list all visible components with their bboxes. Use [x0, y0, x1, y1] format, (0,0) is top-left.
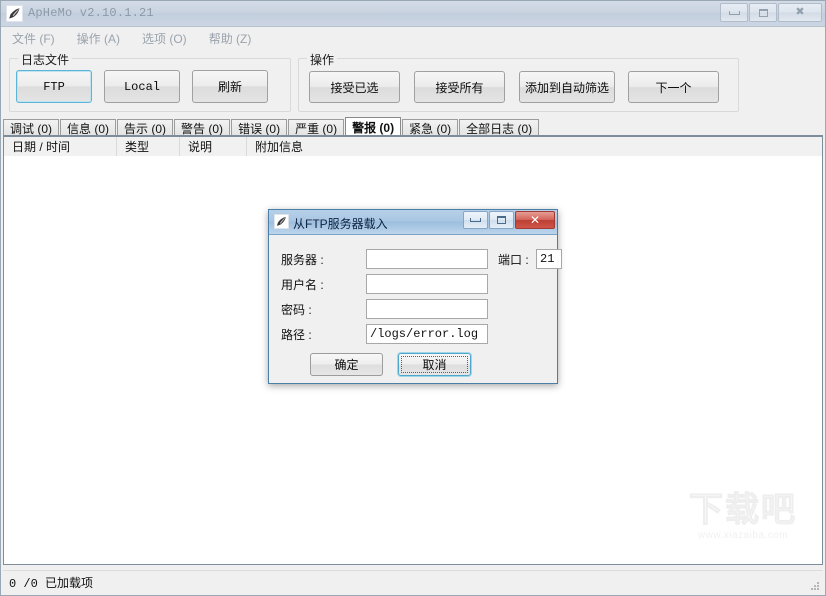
- path-label: 路径 :: [281, 328, 312, 342]
- status-bar: 0 /0 已加载项: [3, 570, 823, 593]
- toolbar: 日志文件 FTP Local 刷新 操作 接受已选 接受所有 添加到自动筛选 下…: [1, 50, 825, 114]
- dialog-window-controls: ✕: [462, 211, 555, 229]
- next-button[interactable]: 下一个: [628, 71, 719, 103]
- title-bar: ApHeMo v2.10.1.21 ✖: [1, 1, 825, 27]
- path-row: 路径 :: [281, 324, 491, 344]
- add-to-autofilter-label: 添加到自动筛选: [524, 80, 609, 95]
- main-window: ApHeMo v2.10.1.21 ✖ 文件 (F) 操作 (A) 选项 (O)…: [0, 0, 826, 596]
- server-row: 服务器 : 端口 :: [281, 249, 562, 269]
- log-level-tabs: 调试 (0) 信息 (0) 告示 (0) 警告 (0) 错误 (0) 严重 (0…: [3, 117, 823, 136]
- tab-emergency[interactable]: 紧急 (0): [402, 119, 459, 136]
- dialog-close-icon: ✕: [529, 213, 541, 227]
- tab-info-label: 信息 (0): [67, 121, 110, 136]
- dialog-maximize-icon: [490, 212, 513, 228]
- menu-action[interactable]: 操作 (A): [74, 29, 123, 50]
- dialog-minimize-icon: [464, 212, 487, 228]
- column-datetime[interactable]: 日期 / 时间: [4, 137, 117, 156]
- accept-selected-label: 接受已选: [330, 80, 379, 95]
- username-row: 用户名 :: [281, 274, 491, 294]
- tab-info[interactable]: 信息 (0): [60, 119, 117, 136]
- accept-all-button[interactable]: 接受所有: [414, 71, 505, 103]
- tab-warning[interactable]: 警告 (0): [174, 119, 231, 136]
- tab-debug[interactable]: 调试 (0): [3, 119, 60, 136]
- ftp-button[interactable]: FTP: [16, 70, 92, 103]
- tab-notice-label: 告示 (0): [124, 121, 167, 136]
- username-label: 用户名 :: [281, 278, 324, 292]
- tab-critical[interactable]: 严重 (0): [288, 119, 345, 136]
- username-field[interactable]: [366, 274, 488, 294]
- menu-bar: 文件 (F) 操作 (A) 选项 (O) 帮助 (Z): [1, 27, 825, 50]
- refresh-button-label: 刷新: [217, 80, 242, 94]
- dialog-maximize-button[interactable]: [489, 211, 514, 229]
- server-label: 服务器 :: [281, 253, 324, 267]
- menu-help[interactable]: 帮助 (Z): [206, 29, 255, 50]
- minimize-button[interactable]: [720, 3, 748, 22]
- maximize-button[interactable]: [749, 3, 777, 22]
- window-controls: ✖: [719, 3, 822, 22]
- tab-all-logs[interactable]: 全部日志 (0): [459, 119, 540, 136]
- log-list-header: 日期 / 时间 类型 说明 附加信息: [4, 137, 822, 157]
- dialog-close-button[interactable]: ✕: [515, 211, 555, 229]
- ftp-button-label: FTP: [43, 79, 65, 94]
- accept-selected-button[interactable]: 接受已选: [309, 71, 400, 103]
- app-quill-icon: [6, 5, 23, 22]
- tab-error[interactable]: 错误 (0): [231, 119, 288, 136]
- focus-ring: [401, 356, 468, 373]
- minimize-icon: [721, 4, 747, 21]
- maximize-icon: [750, 4, 776, 21]
- dialog-title-bar: 从FTP服务器载入 ✕: [269, 210, 557, 235]
- password-row: 密码 :: [281, 299, 491, 319]
- password-label: 密码 :: [281, 303, 312, 317]
- accept-all-label: 接受所有: [435, 80, 484, 95]
- resize-grip-icon[interactable]: [807, 578, 821, 592]
- tab-notice[interactable]: 告示 (0): [117, 119, 174, 136]
- status-text: 0 /0 已加载项: [9, 576, 94, 591]
- window-title: ApHeMo v2.10.1.21: [28, 6, 154, 20]
- dialog-body: 服务器 : 端口 : 用户名 : 密码 : 路径 :: [269, 235, 562, 385]
- ok-button[interactable]: 确定: [310, 353, 383, 376]
- dialog-quill-icon: [274, 214, 289, 229]
- tab-critical-label: 严重 (0): [295, 121, 338, 136]
- ftp-load-dialog: 从FTP服务器载入 ✕ 服务器 : 端口 : 21 用户名: 密码: 路径 …: [268, 209, 562, 385]
- column-description[interactable]: 说明: [180, 137, 247, 156]
- close-icon: ✖: [795, 6, 805, 18]
- local-button[interactable]: Local: [104, 70, 180, 103]
- port-label: 端口 :: [498, 253, 529, 267]
- cancel-button[interactable]: 取消: [398, 353, 471, 376]
- close-button[interactable]: ✖: [778, 3, 822, 22]
- column-type[interactable]: 类型: [117, 137, 180, 156]
- menu-file[interactable]: 文件 (F): [9, 29, 58, 50]
- add-to-autofilter-button[interactable]: 添加到自动筛选: [519, 71, 615, 103]
- password-field[interactable]: [366, 299, 488, 319]
- dialog-title: 从FTP服务器载入: [293, 217, 388, 231]
- refresh-button[interactable]: 刷新: [192, 70, 268, 103]
- port-field[interactable]: [536, 249, 562, 269]
- menu-options[interactable]: 选项 (O): [139, 29, 190, 50]
- ok-button-label: 确定: [334, 358, 359, 372]
- dialog-minimize-button[interactable]: [463, 211, 488, 229]
- tab-emergency-label: 紧急 (0): [409, 121, 452, 136]
- tab-alert[interactable]: 警报 (0): [345, 117, 402, 136]
- tab-alert-label: 警报 (0): [352, 120, 395, 135]
- log-file-group-title: 日志文件: [18, 51, 73, 68]
- next-button-label: 下一个: [655, 80, 692, 95]
- tab-warning-label: 警告 (0): [181, 121, 224, 136]
- local-button-label: Local: [123, 79, 160, 94]
- tab-all-logs-label: 全部日志 (0): [466, 121, 533, 136]
- tab-error-label: 错误 (0): [238, 121, 281, 136]
- column-extra-info[interactable]: 附加信息: [247, 137, 333, 156]
- action-group-title: 操作: [307, 51, 338, 68]
- path-field[interactable]: [366, 324, 488, 344]
- tab-debug-label: 调试 (0): [10, 121, 53, 136]
- server-field[interactable]: [366, 249, 488, 269]
